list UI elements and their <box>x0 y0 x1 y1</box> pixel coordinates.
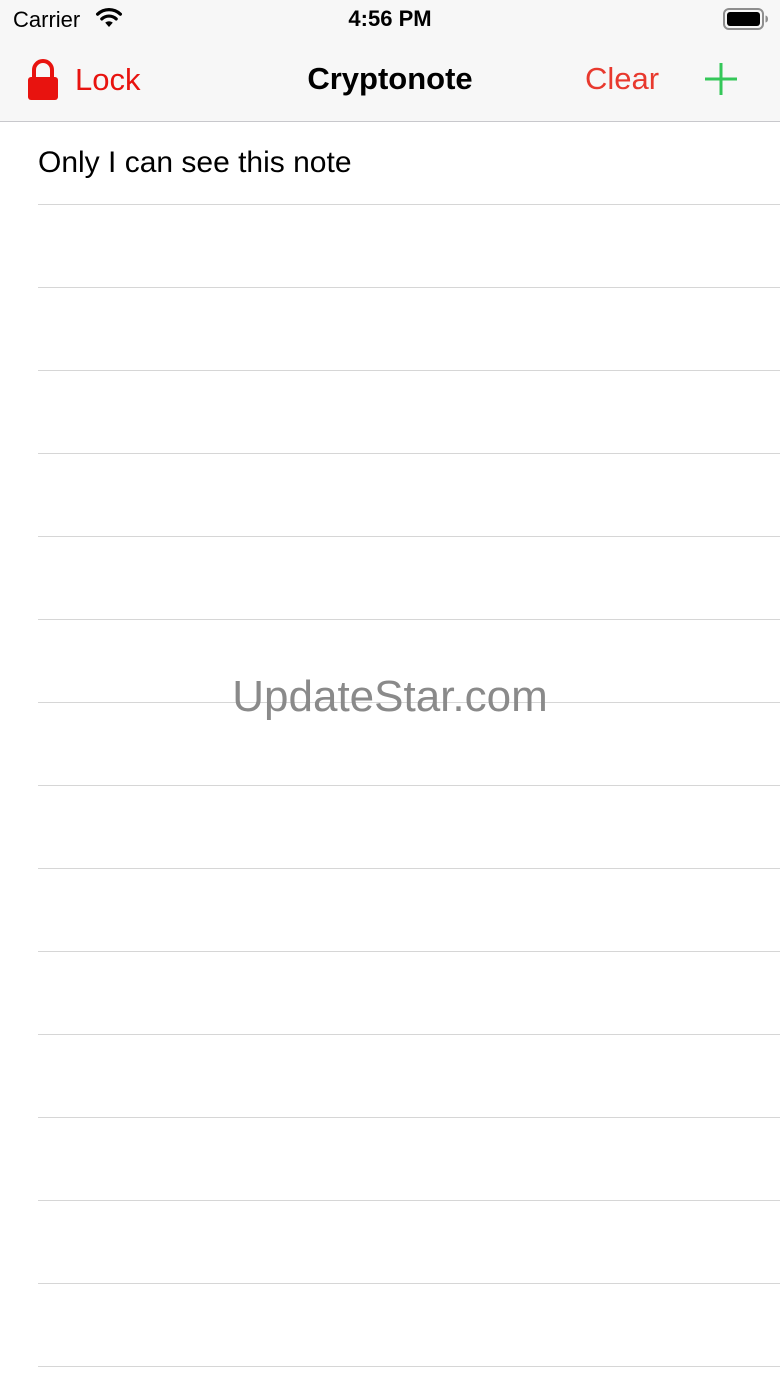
note-line <box>38 371 780 454</box>
clear-button[interactable]: Clear <box>585 61 659 97</box>
note-line <box>38 288 780 371</box>
note-line <box>38 786 780 869</box>
status-bar: Carrier 4:56 PM <box>0 0 780 40</box>
note-line <box>38 205 780 288</box>
navigation-bar: Lock Cryptonote Clear <box>0 40 780 122</box>
note-editor[interactable]: Only I can see this note <box>0 122 780 1387</box>
note-line <box>38 869 780 952</box>
plus-icon[interactable] <box>703 61 739 97</box>
note-line <box>38 620 780 703</box>
note-line <box>38 952 780 1035</box>
note-text[interactable]: Only I can see this note <box>38 146 352 180</box>
status-time: 4:56 PM <box>348 6 432 31</box>
page-title: Cryptonote <box>307 61 473 96</box>
note-line <box>38 703 780 786</box>
note-line <box>38 1284 780 1367</box>
note-line <box>38 454 780 537</box>
note-line <box>38 537 780 620</box>
battery-icon <box>723 8 768 30</box>
note-line <box>38 1201 780 1284</box>
note-line <box>38 1035 780 1118</box>
note-line <box>38 1118 780 1201</box>
